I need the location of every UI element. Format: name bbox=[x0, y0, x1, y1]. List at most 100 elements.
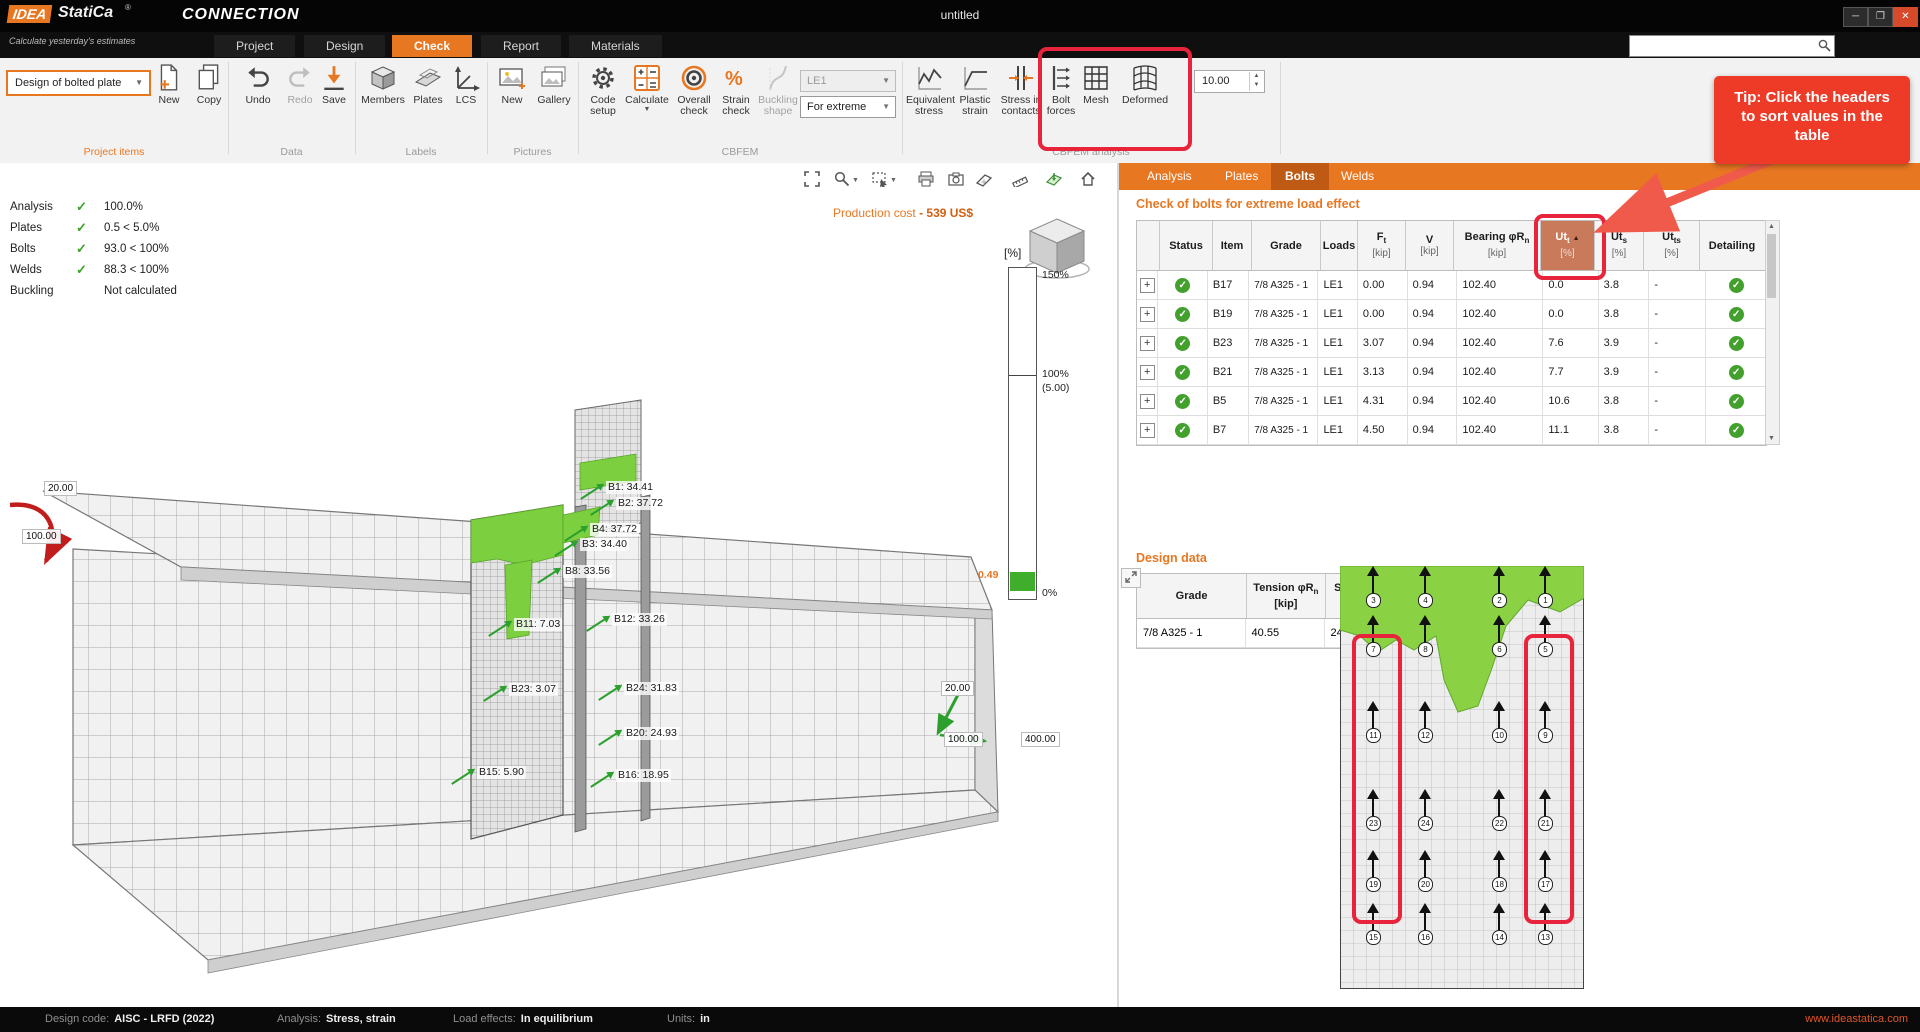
plate-mesh-view[interactable]: 3 4 2 1 bbox=[1340, 566, 1584, 989]
scroll-up-icon[interactable]: ▲ bbox=[1766, 223, 1777, 230]
column-header-utt-sorted[interactable]: Utt▲ [%] bbox=[1541, 221, 1595, 270]
expand-row-button[interactable]: + bbox=[1140, 307, 1155, 322]
plastic-strain-button[interactable]: Plastic strain bbox=[952, 64, 998, 117]
scrollbar-thumb[interactable] bbox=[1767, 234, 1776, 298]
workplane-button[interactable] bbox=[972, 168, 996, 192]
expand-row-button[interactable]: + bbox=[1140, 336, 1155, 351]
column-header-loads[interactable]: Loads bbox=[1321, 221, 1358, 270]
select-tool-caret-icon[interactable]: ▼ bbox=[890, 177, 897, 184]
bolt-force-marker[interactable]: 20 bbox=[1417, 850, 1433, 894]
table-row[interactable]: + ✓ B17 7/8 A325 - 1 LE1 0.00 0.94 102.4… bbox=[1137, 271, 1766, 300]
maximize-button[interactable]: ❐ bbox=[1868, 7, 1893, 27]
bolt-force-marker[interactable]: 3 bbox=[1365, 566, 1381, 610]
bolt-force-marker[interactable]: 9 bbox=[1537, 701, 1553, 745]
bolt-force-marker[interactable]: 19 bbox=[1365, 850, 1381, 894]
expand-row-button[interactable]: + bbox=[1140, 423, 1155, 438]
zoom-tool-button[interactable] bbox=[830, 168, 854, 192]
table-row[interactable]: + ✓ B19 7/8 A325 - 1 LE1 0.00 0.94 102.4… bbox=[1137, 300, 1766, 329]
close-button[interactable]: ✕ bbox=[1893, 7, 1918, 27]
column-header-item[interactable]: Item bbox=[1213, 221, 1252, 270]
expand-row-button[interactable]: + bbox=[1140, 278, 1155, 293]
stress-in-contacts-button[interactable]: Stress in contacts bbox=[998, 64, 1044, 117]
calculate-button[interactable]: Calculate ▼ bbox=[624, 64, 670, 113]
strain-check-button[interactable]: % Strain check bbox=[716, 64, 756, 117]
column-header-v[interactable]: V [kip] bbox=[1406, 221, 1454, 270]
deformed-scale-spinner[interactable]: 10.00 ▲▼ bbox=[1194, 70, 1265, 93]
minimize-button[interactable]: ─ bbox=[1843, 7, 1868, 27]
fit-view-button[interactable] bbox=[800, 168, 824, 192]
column-header-expand[interactable] bbox=[1137, 221, 1160, 270]
undo-button[interactable]: Undo bbox=[238, 64, 278, 106]
overall-check-button[interactable]: Overall check bbox=[672, 64, 716, 117]
table-row[interactable]: + ✓ B21 7/8 A325 - 1 LE1 3.13 0.94 102.4… bbox=[1137, 358, 1766, 387]
bolt-force-marker[interactable]: 5 bbox=[1537, 615, 1553, 659]
bolt-force-marker[interactable]: 24 bbox=[1417, 789, 1433, 833]
print-button[interactable] bbox=[914, 168, 938, 192]
table-scrollbar[interactable]: ▲ ▼ bbox=[1765, 220, 1780, 445]
load-effect-combo[interactable]: LE1▼ bbox=[800, 70, 896, 92]
tab-check[interactable]: Check bbox=[392, 35, 472, 57]
zoom-tool-caret-icon[interactable]: ▼ bbox=[852, 177, 859, 184]
expand-row-button[interactable]: + bbox=[1140, 394, 1155, 409]
bolt-force-marker[interactable]: 18 bbox=[1491, 850, 1507, 894]
bolt-force-marker[interactable]: 21 bbox=[1537, 789, 1553, 833]
table-row[interactable]: + ✓ B7 7/8 A325 - 1 LE1 4.50 0.94 102.40… bbox=[1137, 416, 1766, 445]
search-input[interactable] bbox=[1633, 37, 1817, 55]
column-header-uts[interactable]: Uts [%] bbox=[1595, 221, 1644, 270]
bolt-force-marker[interactable]: 10 bbox=[1491, 701, 1507, 745]
home-view-button[interactable] bbox=[1076, 168, 1100, 192]
bolt-force-marker[interactable]: 14 bbox=[1491, 903, 1507, 947]
equivalent-stress-button[interactable]: Equivalent stress bbox=[906, 64, 952, 117]
extreme-combo[interactable]: For extreme▼ bbox=[800, 96, 896, 118]
column-header-grade[interactable]: Grade bbox=[1252, 221, 1321, 270]
section-plane-button[interactable] bbox=[1042, 168, 1066, 192]
bolt-force-marker[interactable]: 7 bbox=[1365, 615, 1381, 659]
copy-button[interactable]: Copy bbox=[190, 64, 228, 106]
spinner-arrows-icon[interactable]: ▲▼ bbox=[1249, 72, 1263, 91]
website-link[interactable]: www.ideastatica.com bbox=[1805, 1007, 1908, 1032]
code-setup-button[interactable]: Code setup bbox=[582, 64, 624, 117]
column-header-detailing[interactable]: Detailing bbox=[1700, 221, 1764, 270]
bolt-force-marker[interactable]: 4 bbox=[1417, 566, 1433, 610]
bolt-force-marker[interactable]: 8 bbox=[1417, 615, 1433, 659]
tab-welds[interactable]: Welds bbox=[1327, 163, 1388, 190]
bolt-force-marker[interactable]: 16 bbox=[1417, 903, 1433, 947]
tab-analysis[interactable]: Analysis bbox=[1133, 163, 1206, 190]
tab-design[interactable]: Design bbox=[304, 35, 385, 57]
column-header-ft[interactable]: Ft [kip] bbox=[1358, 221, 1406, 270]
labels-lcs-button[interactable]: LCS bbox=[448, 64, 484, 106]
mesh-button[interactable]: Mesh bbox=[1080, 64, 1112, 106]
operation-dropdown[interactable]: Design of bolted plate▼ bbox=[6, 70, 151, 96]
column-header-utts[interactable]: Utts [%] bbox=[1644, 221, 1700, 270]
bolt-force-marker[interactable]: 6 bbox=[1491, 615, 1507, 659]
tab-plates[interactable]: Plates bbox=[1211, 163, 1272, 190]
scroll-down-icon[interactable]: ▼ bbox=[1766, 435, 1777, 442]
bolt-force-marker[interactable]: 22 bbox=[1491, 789, 1507, 833]
expand-view-button[interactable] bbox=[1121, 568, 1141, 588]
picture-new-button[interactable]: New bbox=[492, 64, 532, 106]
new-project-item-button[interactable]: New bbox=[148, 64, 190, 106]
select-tool-button[interactable] bbox=[868, 168, 892, 192]
model-viewport[interactable]: ▼ ▼ Analysis ✓ bbox=[0, 163, 1118, 1007]
deformed-button[interactable]: Deformed bbox=[1114, 64, 1176, 106]
labels-members-button[interactable]: Members bbox=[358, 64, 408, 106]
column-header-status[interactable]: Status bbox=[1160, 221, 1213, 270]
bolt-force-marker[interactable]: 1 bbox=[1537, 566, 1553, 610]
bolt-force-marker[interactable]: 23 bbox=[1365, 789, 1381, 833]
buckling-shape-button[interactable]: Buckling shape bbox=[756, 64, 800, 117]
tab-project[interactable]: Project bbox=[214, 35, 295, 57]
bolt-force-marker[interactable]: 11 bbox=[1365, 701, 1381, 745]
table-row[interactable]: + ✓ B5 7/8 A325 - 1 LE1 4.31 0.94 102.40… bbox=[1137, 387, 1766, 416]
bolt-force-marker[interactable]: 13 bbox=[1537, 903, 1553, 947]
tab-materials[interactable]: Materials bbox=[569, 35, 662, 57]
bolt-force-marker[interactable]: 2 bbox=[1491, 566, 1507, 610]
table-row[interactable]: + ✓ B23 7/8 A325 - 1 LE1 3.07 0.94 102.4… bbox=[1137, 329, 1766, 358]
search-box[interactable] bbox=[1629, 35, 1835, 57]
column-header-bearing[interactable]: Bearing φRn [kip] bbox=[1454, 221, 1541, 270]
labels-plates-button[interactable]: Plates bbox=[408, 64, 448, 106]
tab-report[interactable]: Report bbox=[481, 35, 561, 57]
bolt-force-marker[interactable]: 12 bbox=[1417, 701, 1433, 745]
expand-row-button[interactable]: + bbox=[1140, 365, 1155, 380]
bolt-force-marker[interactable]: 15 bbox=[1365, 903, 1381, 947]
search-icon[interactable] bbox=[1818, 39, 1831, 57]
